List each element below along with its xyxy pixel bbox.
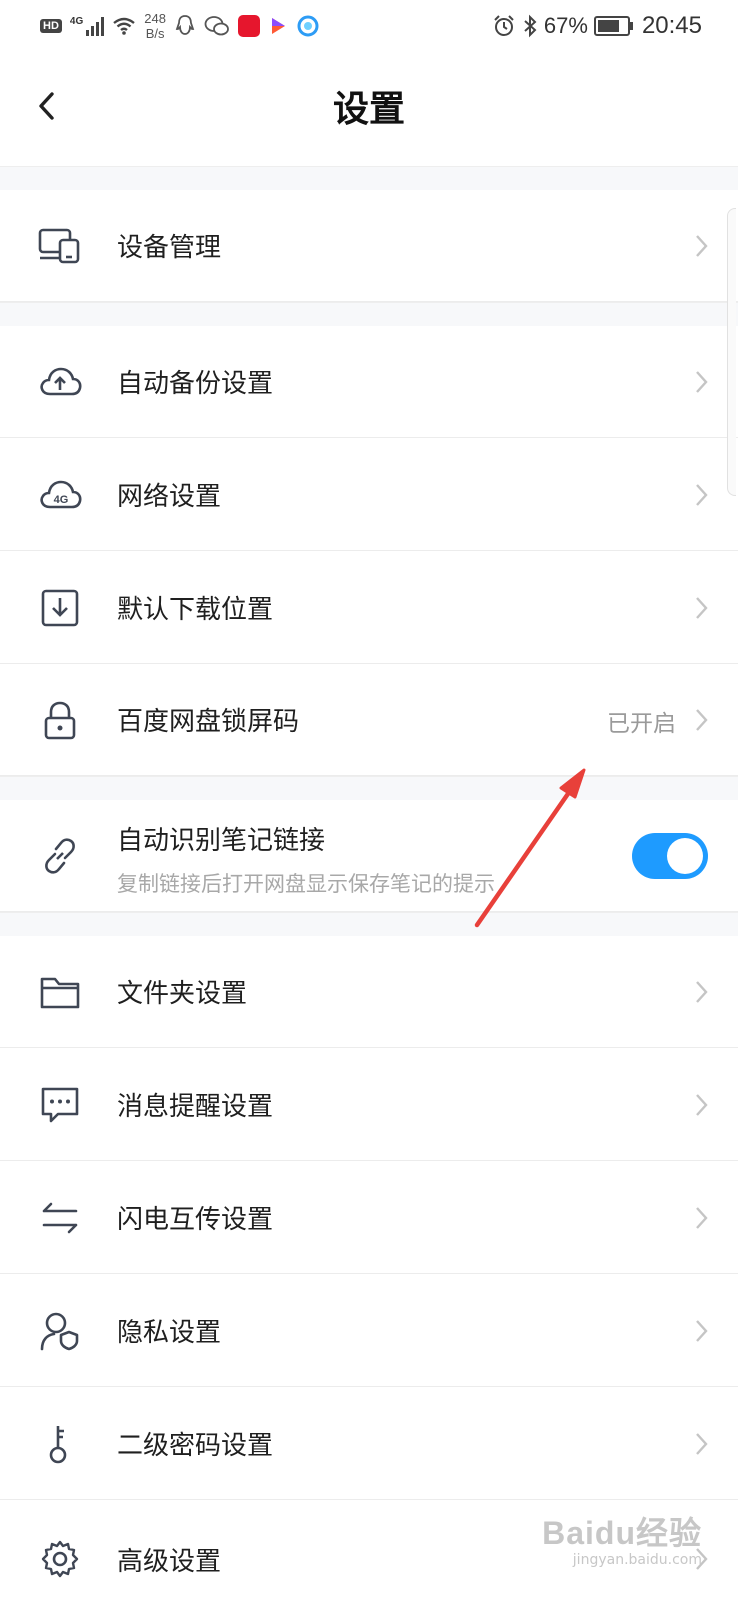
devices-icon — [38, 228, 80, 264]
speed-value: 248 — [144, 11, 166, 26]
speed-unit: B/s — [145, 26, 165, 41]
nav-bar: 设置 — [0, 52, 738, 162]
item-label: 隐私设置 — [117, 1318, 222, 1348]
cloud-upload-icon — [40, 367, 82, 396]
settings-item-privacy[interactable]: 隐私设置 — [0, 1275, 738, 1387]
item-label: 文件夹设置 — [117, 979, 248, 1009]
settings-item-secondary-password[interactable]: 二级密码设置 — [0, 1388, 738, 1500]
chevron-right-icon — [696, 1094, 708, 1116]
chevron-right-icon — [696, 981, 708, 1003]
wechat-icon — [204, 16, 229, 36]
key-icon — [49, 1426, 67, 1464]
clock-time: 20:45 — [641, 12, 702, 39]
bluetooth-icon — [524, 14, 537, 38]
watermark-logo: Baidu经验 — [542, 1515, 702, 1551]
item-label: 网络设置 — [117, 482, 222, 512]
item-label: 百度网盘锁屏码 — [117, 707, 300, 737]
chevron-right-icon — [696, 1433, 708, 1455]
chevron-right-icon — [696, 235, 708, 257]
gear-icon — [41, 1540, 79, 1578]
settings-item-network[interactable]: 4G 网络设置 — [0, 439, 738, 551]
item-label: 设备管理 — [117, 233, 222, 263]
settings-item-device-management[interactable]: 设备管理 — [0, 190, 738, 302]
battery-icon — [593, 16, 633, 36]
chevron-right-icon — [696, 371, 708, 393]
section-divider — [0, 776, 738, 802]
download-icon — [41, 589, 79, 627]
privacy-icon — [40, 1312, 79, 1351]
item-label: 消息提醒设置 — [117, 1092, 274, 1122]
settings-item-folder[interactable]: 文件夹设置 — [0, 936, 738, 1048]
note-link-toggle[interactable] — [632, 833, 708, 879]
item-label: 高级设置 — [117, 1547, 222, 1577]
scroll-indicator[interactable] — [727, 208, 736, 496]
settings-item-notifications[interactable]: 消息提醒设置 — [0, 1049, 738, 1161]
settings-item-auto-backup[interactable]: 自动备份设置 — [0, 326, 738, 438]
status-value: 已开启 — [607, 711, 676, 737]
video-app-icon — [271, 18, 285, 34]
chevron-right-icon — [696, 1320, 708, 1342]
section-divider — [0, 302, 738, 328]
browser-app-icon — [297, 15, 319, 37]
signal-icon: 4G — [69, 16, 105, 36]
item-label: 二级密码设置 — [117, 1431, 274, 1461]
item-label: 自动备份设置 — [117, 369, 274, 399]
watermark-url: jingyan.baidu.com — [572, 1552, 702, 1568]
settings-item-note-link: 自动识别笔记链接 复制链接后打开网盘显示保存笔记的提示 — [0, 800, 738, 912]
hd-badge: HD — [40, 19, 62, 33]
chevron-right-icon — [696, 1207, 708, 1229]
folder-icon — [40, 977, 80, 1009]
lock-icon — [44, 701, 76, 740]
section-divider — [0, 912, 738, 938]
settings-item-download-location[interactable]: 默认下载位置 — [0, 552, 738, 664]
cloud-4g-icon: 4G — [40, 480, 82, 509]
settings-item-lock-code[interactable]: 百度网盘锁屏码 已开启 — [0, 664, 738, 776]
link-icon — [45, 838, 75, 874]
chevron-right-icon — [696, 597, 708, 619]
network-type: 4G — [69, 16, 84, 27]
network-speed: 248 B/s — [144, 11, 166, 41]
chevron-right-icon — [696, 709, 708, 731]
section-divider — [0, 166, 738, 192]
alarm-icon — [494, 15, 514, 36]
wifi-icon — [113, 17, 135, 35]
battery-percent: 67% — [543, 13, 588, 38]
message-icon — [41, 1087, 79, 1123]
settings-item-transfer[interactable]: 闪电互传设置 — [0, 1162, 738, 1274]
item-label: 闪电互传设置 — [117, 1205, 274, 1235]
weibo-app-icon — [237, 15, 260, 37]
icon-text: 4G — [54, 494, 69, 506]
baidu-watermark: Baidu经验 jingyan.baidu.com — [542, 1508, 702, 1568]
qq-icon — [175, 15, 195, 35]
item-label: 自动识别笔记链接 — [117, 826, 326, 856]
transfer-icon — [42, 1202, 78, 1234]
item-description: 复制链接后打开网盘显示保存笔记的提示 — [117, 872, 495, 896]
item-label: 默认下载位置 — [117, 595, 274, 625]
page-title: 设置 — [332, 89, 405, 130]
status-bar: HD 4G 248 B/s 67% 20:45 — [0, 0, 738, 52]
chevron-right-icon — [696, 484, 708, 506]
